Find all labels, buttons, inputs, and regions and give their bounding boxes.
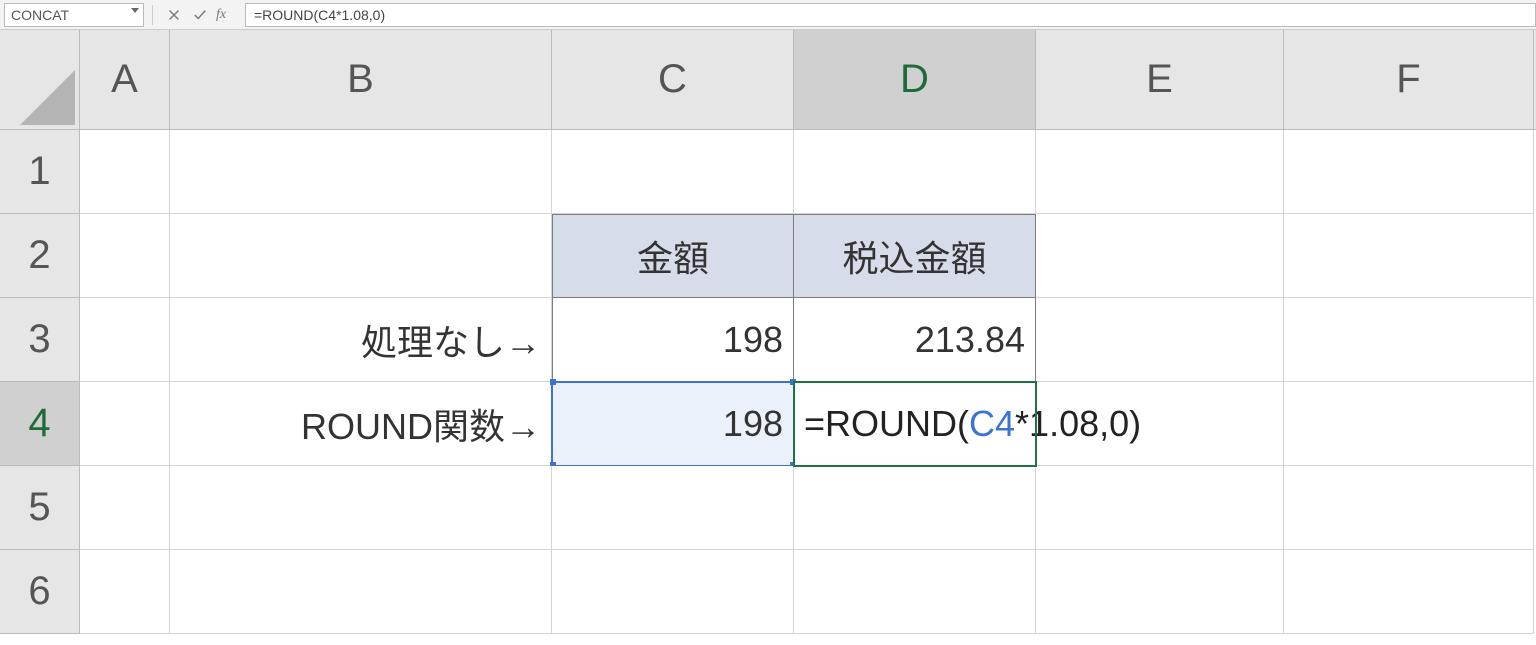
row-1: 1	[0, 130, 1536, 214]
name-box-dropdown-icon[interactable]	[131, 8, 139, 13]
name-box[interactable]: CONCAT	[4, 3, 144, 27]
cell-D2[interactable]: 税込金額	[794, 214, 1036, 298]
cell-B5[interactable]	[170, 466, 552, 550]
cell-E1[interactable]	[1036, 130, 1284, 214]
cell-E5[interactable]	[1036, 466, 1284, 550]
cancel-formula-button[interactable]	[161, 3, 187, 27]
insert-function-button[interactable]: fx	[213, 3, 239, 27]
col-header-F[interactable]: F	[1284, 30, 1534, 129]
col-header-A[interactable]: A	[80, 30, 170, 129]
formula-bar: CONCAT fx =ROUND(C4*1.08,0)	[0, 0, 1536, 30]
cell-F6[interactable]	[1284, 550, 1534, 634]
cell-A3[interactable]	[80, 298, 170, 382]
fx-icon: fx	[216, 7, 226, 23]
cell-B1[interactable]	[170, 130, 552, 214]
cell-C2[interactable]: 金額	[552, 214, 794, 298]
cell-B4[interactable]: ROUND関数→	[170, 382, 552, 466]
formula-text: =ROUND(C4*1.08,0)	[254, 7, 385, 23]
col-header-C[interactable]: C	[552, 30, 794, 129]
cell-E6[interactable]	[1036, 550, 1284, 634]
cell-A2[interactable]	[80, 214, 170, 298]
formula-cell-ref: C4	[969, 403, 1015, 445]
cell-B3[interactable]: 処理なし→	[170, 298, 552, 382]
check-icon	[193, 8, 207, 22]
row-2: 2 金額 税込金額	[0, 214, 1536, 298]
row-header-6[interactable]: 6	[0, 550, 80, 634]
cell-F2[interactable]	[1284, 214, 1534, 298]
formula-prefix: =ROUND(	[804, 403, 969, 445]
column-headers: A B C D E F	[0, 30, 1536, 130]
cell-D1[interactable]	[794, 130, 1036, 214]
cell-C6[interactable]	[552, 550, 794, 634]
cell-E3[interactable]	[1036, 298, 1284, 382]
row-3: 3 処理なし→ 198 213.84	[0, 298, 1536, 382]
cell-D6[interactable]	[794, 550, 1036, 634]
cell-D5[interactable]	[794, 466, 1036, 550]
row-6: 6	[0, 550, 1536, 634]
cell-A4[interactable]	[80, 382, 170, 466]
row-4: 4 ROUND関数→ 198 =ROUND(C4*1.08,0)	[0, 382, 1536, 466]
row-header-2[interactable]: 2	[0, 214, 80, 298]
cell-D4-editing[interactable]: =ROUND(C4*1.08,0)	[794, 382, 1036, 466]
formula-suffix: *1.08,0)	[1015, 403, 1141, 445]
row-header-5[interactable]: 5	[0, 466, 80, 550]
cell-A5[interactable]	[80, 466, 170, 550]
cell-B2[interactable]	[170, 214, 552, 298]
confirm-formula-button[interactable]	[187, 3, 213, 27]
cell-C1[interactable]	[552, 130, 794, 214]
cell-D3[interactable]: 213.84	[794, 298, 1036, 382]
cell-F1[interactable]	[1284, 130, 1534, 214]
col-header-E[interactable]: E	[1036, 30, 1284, 129]
cell-C4-value: 198	[723, 403, 783, 445]
cell-F4[interactable]	[1284, 382, 1534, 466]
cell-A1[interactable]	[80, 130, 170, 214]
cell-F5[interactable]	[1284, 466, 1534, 550]
cell-A6[interactable]	[80, 550, 170, 634]
row-header-4[interactable]: 4	[0, 382, 80, 466]
name-box-value: CONCAT	[11, 7, 69, 23]
row-5: 5	[0, 466, 1536, 550]
rows: 1 2 金額 税込金額 3 処理なし→ 198 213.84	[0, 130, 1536, 634]
formula-input[interactable]: =ROUND(C4*1.08,0)	[245, 3, 1536, 27]
cell-B6[interactable]	[170, 550, 552, 634]
row-header-3[interactable]: 3	[0, 298, 80, 382]
col-header-B[interactable]: B	[170, 30, 552, 129]
cell-C5[interactable]	[552, 466, 794, 550]
spreadsheet-grid: A B C D E F 1 2 金額 税込金額 3	[0, 30, 1536, 645]
cell-E2[interactable]	[1036, 214, 1284, 298]
cell-C3[interactable]: 198	[552, 298, 794, 382]
select-all-corner[interactable]	[0, 30, 80, 129]
x-icon	[167, 8, 181, 22]
row-header-1[interactable]: 1	[0, 130, 80, 214]
col-header-D[interactable]: D	[794, 30, 1036, 129]
divider	[152, 5, 153, 25]
cell-F3[interactable]	[1284, 298, 1534, 382]
cell-C4[interactable]: 198	[552, 382, 794, 466]
